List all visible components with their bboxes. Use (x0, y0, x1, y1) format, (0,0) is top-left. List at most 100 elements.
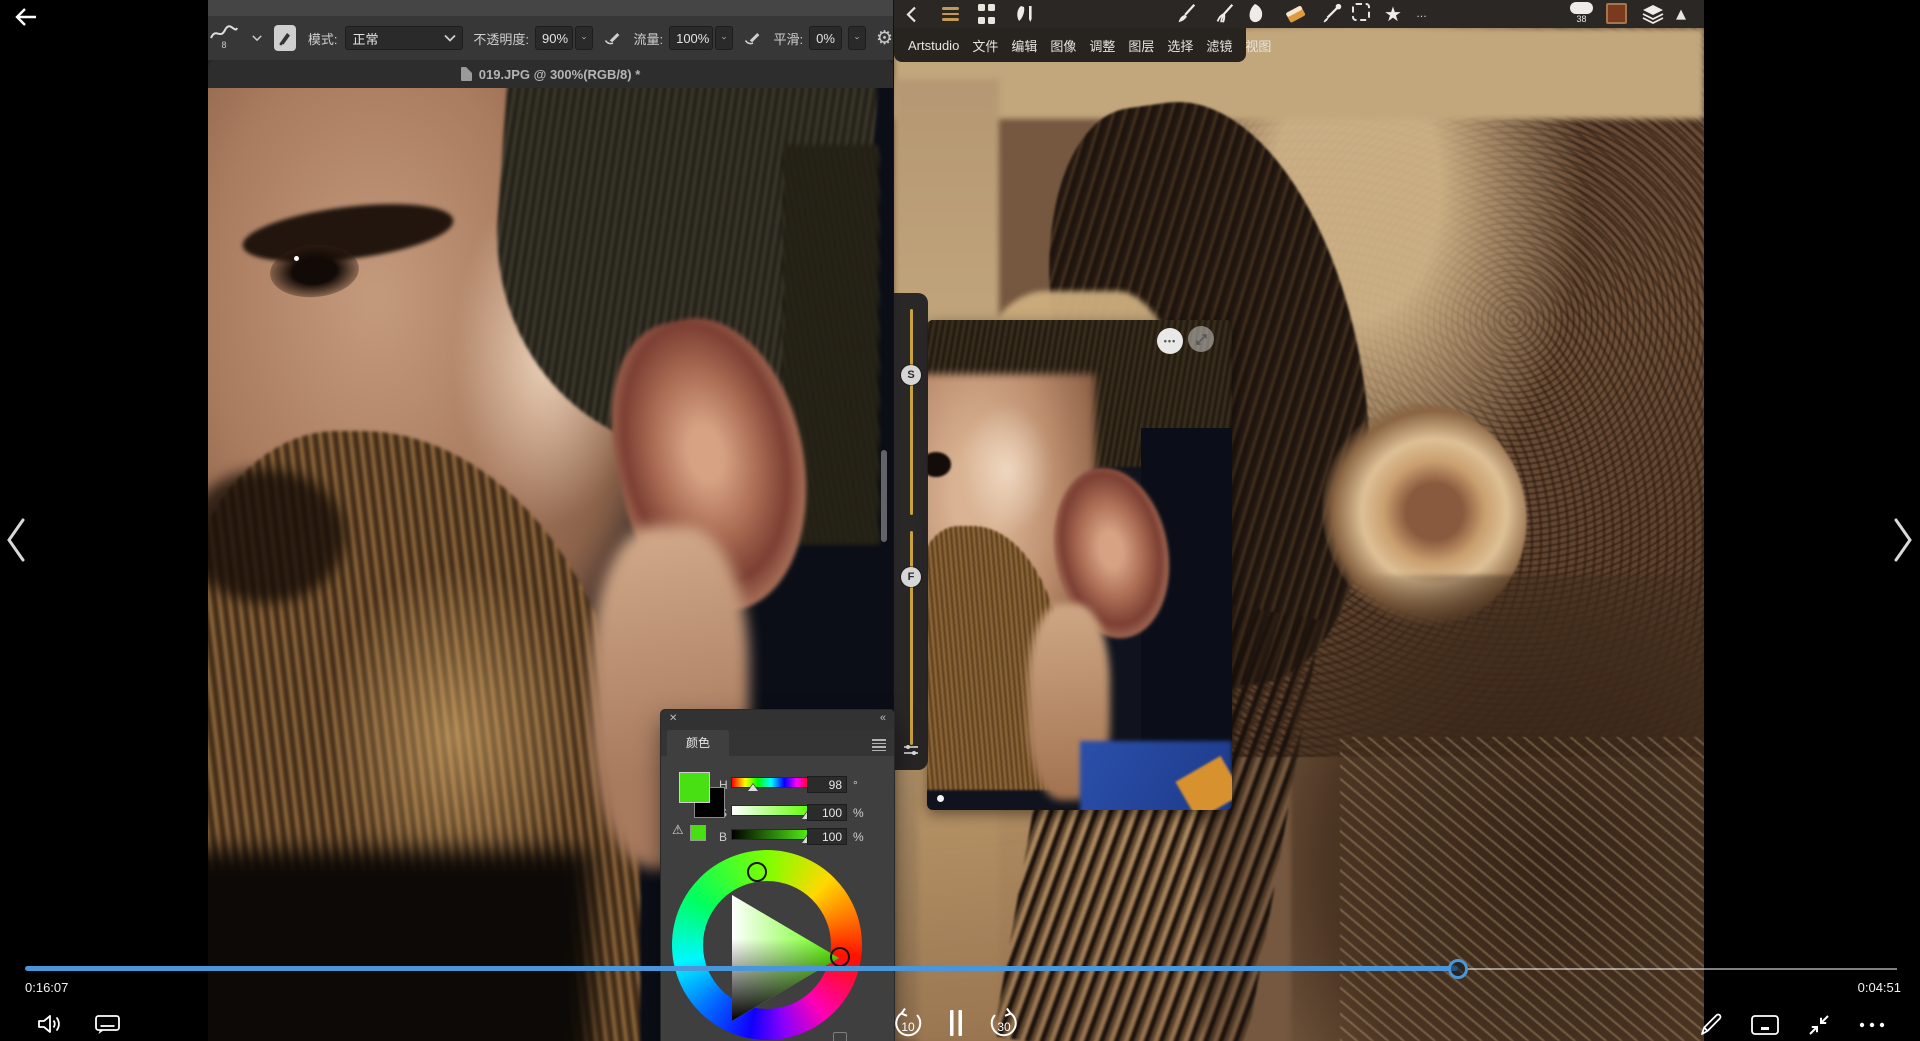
menu-item-layer[interactable]: 图层 (1128, 36, 1154, 55)
photoshop-options-bar: 8 模式: 正常 不透明度: 90% (208, 16, 893, 60)
side-slider-bar: S F (894, 293, 928, 770)
flow-slider-handle[interactable]: F (901, 567, 921, 587)
rewind-10-button[interactable]: 10 (892, 1007, 924, 1039)
saturation-brightness-triangle[interactable] (727, 890, 845, 1026)
brush-preset-preview[interactable]: 8 (210, 25, 238, 51)
flow-value: 100% (676, 31, 709, 46)
foreground-color-swatch[interactable] (679, 772, 710, 803)
flow-slider-track[interactable] (910, 531, 913, 745)
chevron-down-icon (722, 34, 726, 42)
playhead[interactable] (1448, 959, 1468, 979)
forward-30-button[interactable]: 30 (988, 1007, 1020, 1039)
video-player: 8 模式: 正常 不透明度: 90% (0, 0, 1920, 1041)
layers-button[interactable] (1642, 3, 1664, 25)
color-panel-header[interactable]: ✕ « (661, 710, 894, 730)
slider-settings-button[interactable] (903, 743, 919, 757)
brightness-slider[interactable] (731, 829, 811, 840)
menu-item-image[interactable]: 图像 (1050, 36, 1076, 55)
previous-video-button[interactable] (4, 516, 28, 564)
menu-item-filter[interactable]: 滤镜 (1206, 36, 1232, 55)
hue-wheel-selector[interactable] (747, 862, 767, 882)
smudge-icon (1246, 2, 1268, 26)
brush-size-indicator[interactable]: 38 (1570, 2, 1593, 24)
menu-item-adjust[interactable]: 调整 (1089, 36, 1115, 55)
brush-panel-toggle-button[interactable] (274, 25, 296, 51)
mode-label: 模式: (308, 29, 338, 48)
painting-scratch-strokes (1340, 737, 1705, 1041)
brightness-value-field[interactable]: 100 (807, 828, 847, 845)
saturation-slider[interactable] (731, 805, 811, 816)
saturation-value-field[interactable]: 100 (807, 804, 847, 821)
next-video-button[interactable] (1891, 516, 1915, 564)
menu-item-file[interactable]: 文件 (972, 36, 998, 55)
progress-bar[interactable] (25, 966, 1897, 972)
mode-dropdown[interactable]: 正常 (345, 26, 463, 50)
subtitles-button[interactable] (94, 1013, 121, 1035)
triangle-selector[interactable] (830, 947, 850, 967)
document-title: 019.JPG @ 300%(RGB/8) * (479, 67, 641, 82)
gallery-button[interactable] (978, 3, 995, 25)
volume-button[interactable] (36, 1012, 64, 1036)
exit-fullscreen-button[interactable] (1806, 1012, 1832, 1038)
notes-button[interactable] (1698, 1012, 1724, 1038)
panel-menu-icon[interactable] (872, 739, 886, 751)
reference-image-panel[interactable]: ••• (927, 320, 1232, 810)
pause-button[interactable] (948, 1008, 964, 1038)
player-left-controls (36, 1012, 121, 1036)
document-icon (461, 67, 472, 81)
smoothing-value-field[interactable]: 0% (809, 26, 842, 50)
menu-item-artstudio[interactable]: Artstudio (908, 38, 959, 53)
airbrush-icon[interactable] (743, 29, 761, 47)
miniplayer-button[interactable] (1750, 1014, 1780, 1036)
wheel-option-icon[interactable] (833, 1032, 847, 1041)
flow-dropdown-button[interactable] (715, 26, 733, 50)
eyedropper-tool-button[interactable] (1320, 3, 1344, 25)
gamut-warning-icon[interactable]: ⚠ (672, 823, 684, 838)
more-options-button[interactable] (1858, 1021, 1886, 1029)
hue-slider[interactable] (731, 777, 811, 788)
more-tools-button[interactable]: … (1416, 3, 1429, 25)
flow-value-field[interactable]: 100% (669, 26, 713, 50)
back-button[interactable] (13, 6, 39, 28)
reference-resize-button[interactable] (1188, 326, 1214, 352)
tools-button[interactable] (1014, 3, 1038, 25)
menu-item-view[interactable]: 视图 (1245, 36, 1271, 55)
paint-tool-button[interactable] (1174, 3, 1198, 25)
smoothing-dropdown-button[interactable] (848, 26, 866, 50)
menu-item-edit[interactable]: 编辑 (1011, 36, 1037, 55)
close-icon[interactable]: ✕ (669, 713, 677, 724)
opacity-value-field[interactable]: 90% (535, 26, 573, 50)
collapse-toolbar-button[interactable]: ▲ (1676, 3, 1686, 25)
airbrush-pressure-icon[interactable] (603, 29, 621, 47)
size-slider-handle[interactable]: S (901, 365, 921, 385)
hue-value-field[interactable]: 98 (807, 776, 847, 793)
chevron-down-icon[interactable] (252, 34, 262, 42)
smudge-tool-button[interactable] (1246, 3, 1268, 25)
opacity-dropdown-button[interactable] (575, 26, 593, 50)
paintbrush-icon (1174, 2, 1198, 26)
tab-color[interactable]: 颜色 (667, 730, 729, 756)
saturation-value: 100 (822, 806, 842, 820)
current-color-swatch[interactable] (1606, 3, 1627, 24)
selection-tool-button[interactable] (1352, 3, 1370, 21)
ellipsis-icon (1858, 1021, 1886, 1029)
layers-icon (1642, 4, 1664, 24)
forward-seconds-label: 30 (997, 1020, 1011, 1034)
gear-icon[interactable]: ⚙ (876, 27, 893, 49)
wet-paint-tool-button[interactable] (1212, 3, 1236, 25)
canvas-scrollbar[interactable] (881, 450, 887, 542)
size-slider-track[interactable] (910, 309, 913, 515)
eraser-tool-button[interactable] (1282, 3, 1308, 25)
menu-item-select[interactable]: 选择 (1167, 36, 1193, 55)
brightness-label: B (719, 830, 727, 844)
back-button[interactable] (906, 3, 917, 25)
opacity-label: 不透明度: (473, 29, 529, 48)
collapse-panel-icon[interactable]: « (880, 712, 886, 724)
keyboard-icon (1750, 1014, 1780, 1036)
menu-button[interactable] (942, 3, 959, 25)
hue-slider-marker[interactable] (748, 784, 758, 791)
reference-resize-handle[interactable] (937, 795, 944, 802)
gamut-color-swatch[interactable] (690, 825, 706, 841)
reference-options-button[interactable]: ••• (1157, 328, 1183, 354)
favorites-button[interactable]: ★ (1384, 3, 1402, 25)
